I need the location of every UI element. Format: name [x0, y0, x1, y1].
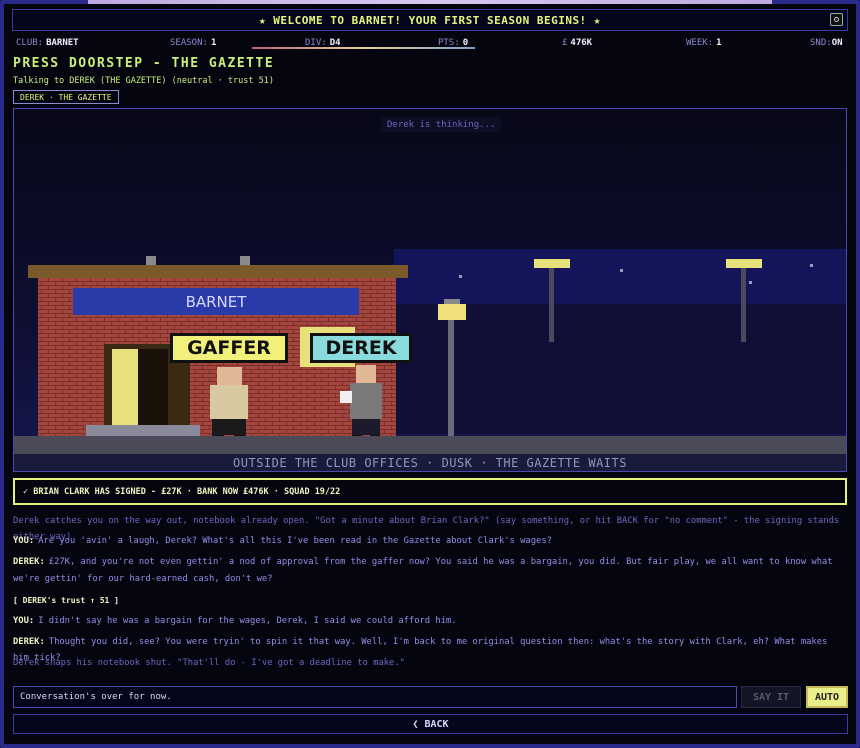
status-money-value: 476K: [570, 37, 593, 48]
scene-view: Derek is thinking... BARNET GAFFER DEREK…: [13, 108, 847, 472]
pavement: [14, 436, 846, 454]
dialogue-text: I didn't say he was a bargain for the wa…: [38, 616, 457, 626]
status-season-label: SEASON:: [170, 37, 208, 48]
dialogue-line: DEREK: £27K, and you're not even gettin' …: [13, 554, 847, 588]
status-money: £476K: [562, 35, 592, 50]
speaker-label: YOU:: [13, 616, 35, 626]
speaker-label: YOU:: [13, 536, 35, 546]
status-pts-value: 0: [462, 37, 469, 48]
dialogue-text: [ DEREK's trust ↑ 51 ]: [13, 596, 119, 605]
derek-nameplate: DEREK: [310, 333, 412, 363]
status-club-label: CLUB:: [16, 37, 44, 48]
page-title: PRESS DOORSTEP - THE GAZETTE: [13, 56, 275, 71]
signing-notice: ✓ BRIAN CLARK HAS SIGNED - £27K · BANK N…: [13, 478, 847, 505]
thinking-indicator: Derek is thinking...: [381, 117, 502, 132]
distant-ground: [394, 304, 846, 434]
welcome-banner: ★ WELCOME TO BARNET! YOUR FIRST SEASON B…: [12, 9, 848, 31]
star: [620, 269, 623, 272]
dialogue-text: Are you 'avin' a laugh, Derek? What's al…: [38, 536, 552, 546]
scene-caption: OUTSIDE THE CLUB OFFICES · DUSK · THE GA…: [233, 455, 627, 470]
star: [810, 264, 813, 267]
status-season-value: 1: [210, 37, 217, 48]
reply-input[interactable]: [13, 686, 737, 708]
club-sign: BARNET: [185, 292, 247, 311]
page-subtitle: Talking to DEREK (THE GAZETTE) (neutral …: [13, 76, 274, 86]
contact-tag: DEREK · THE GAZETTE: [13, 90, 119, 104]
status-div-label: DIV:: [305, 37, 327, 48]
status-week: WEEK: 1: [686, 35, 722, 50]
status-money-label: £: [562, 37, 568, 48]
dialogue-text: £27K, and you're not even gettin' a nod …: [13, 557, 833, 584]
dialogue-text: Derek snaps his notebook shut. "That'll …: [13, 658, 405, 668]
status-week-value: 1: [716, 37, 722, 48]
status-sound[interactable]: SND: ON: [810, 35, 843, 50]
gaffer-nameplate: GAFFER: [170, 333, 288, 363]
dialogue-line: YOU: Are you 'avin' a laugh, Derek? What'…: [13, 533, 847, 549]
banner-text: ★ WELCOME TO BARNET! YOUR FIRST SEASON B…: [259, 13, 601, 27]
back-button[interactable]: ❮ BACK: [13, 714, 848, 734]
status-sound-value: ON: [831, 37, 843, 48]
speaker-label: DEREK:: [13, 637, 45, 647]
speaker-label: DEREK:: [13, 557, 45, 567]
gear-icon[interactable]: [830, 13, 843, 26]
dialogue-line: YOU: I didn't say he was a bargain for th…: [13, 613, 847, 629]
status-season: SEASON: 1: [170, 35, 216, 50]
say-it-button[interactable]: SAY IT: [741, 686, 801, 708]
status-club-value: BARNET: [46, 37, 79, 48]
top-accent-bar: [88, 0, 772, 4]
distant-haze: [394, 249, 846, 309]
star: [749, 281, 752, 284]
status-week-label: WEEK:: [686, 37, 714, 48]
status-pts-label: PTS:: [438, 37, 460, 48]
auto-button[interactable]: AUTO: [806, 686, 848, 708]
trust-change: [ DEREK's trust ↑ 51 ]: [13, 593, 847, 609]
status-club: CLUB: BARNET: [16, 35, 79, 50]
status-highlight: [252, 47, 475, 49]
status-div-value: D4: [329, 37, 341, 48]
status-sound-label: SND:: [810, 37, 832, 48]
star: [459, 275, 462, 278]
dialogue-line: Derek snaps his notebook shut. "That'll …: [13, 655, 847, 671]
